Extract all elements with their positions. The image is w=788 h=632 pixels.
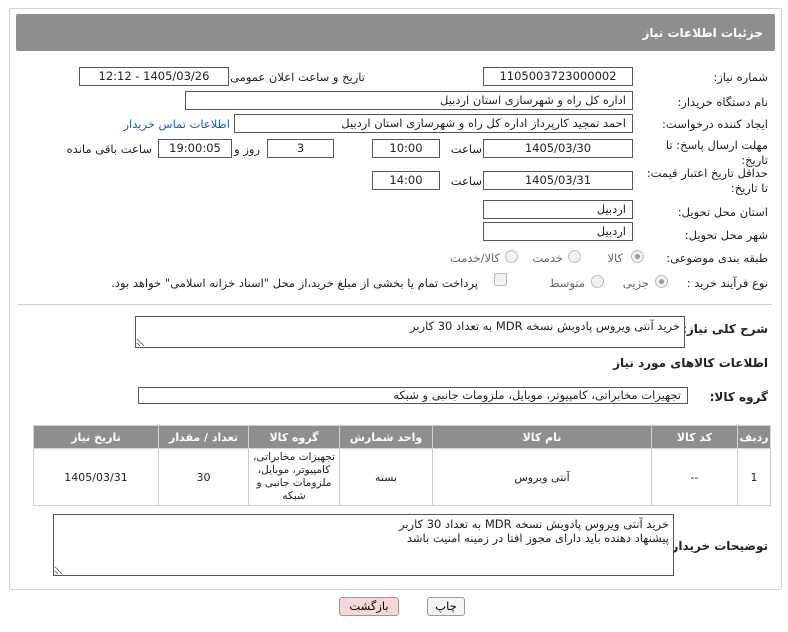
table-row: 1 -- آنتی ویروس بسته تجهیزات مخابراتی، ک… bbox=[33, 448, 771, 506]
category-label: طبقه بندی موضوعی: bbox=[666, 251, 768, 265]
buyer-notes-textarea[interactable] bbox=[53, 514, 674, 576]
buyer-org-field[interactable]: اداره کل راه و شهرسازی استان اردبیل bbox=[185, 91, 633, 110]
print-button[interactable]: چاپ bbox=[427, 597, 465, 616]
category-goods-label: کالا bbox=[607, 251, 623, 265]
requester-field[interactable]: احمد تمجید کارپرداز اداره کل راه و شهرسا… bbox=[234, 114, 633, 133]
cell-name: آنتی ویروس bbox=[432, 448, 652, 506]
province-label: استان محل تحویل: bbox=[677, 205, 768, 219]
panel-title: جزئیات اطلاعات نیاز bbox=[16, 14, 775, 51]
city-field[interactable]: اردبیل bbox=[483, 222, 633, 241]
price-date-field[interactable]: 1405/03/31 bbox=[483, 171, 633, 190]
goods-group-field[interactable]: تجهیزات مخابراتی، کامپیوتر، موبایل، ملزو… bbox=[138, 387, 688, 404]
cell-group: تجهیزات مخابراتی، کامپیوتر، موبایل، ملزو… bbox=[248, 448, 340, 506]
reply-time-field[interactable]: 10:00 bbox=[372, 139, 440, 158]
col-code: کد کالا bbox=[651, 425, 738, 449]
process-label: نوع فرآیند خرید : bbox=[686, 276, 768, 290]
category-radio-service[interactable] bbox=[568, 250, 581, 263]
description-textarea[interactable] bbox=[135, 316, 685, 348]
reply-time-label: ساعت bbox=[450, 142, 482, 156]
goods-table-header: ردیف کد کالا نام کالا واحد شمارش گروه کا… bbox=[33, 425, 771, 449]
category-radio-goods[interactable] bbox=[631, 250, 644, 263]
treasury-payment-note: پرداخت تمام یا بخشی از مبلغ خرید،از محل … bbox=[111, 276, 478, 290]
need-number-field[interactable]: 1105003723000002 bbox=[483, 67, 633, 86]
price-validity-label: حداقل تاریخ اعتبار قیمت: تا تاریخ: bbox=[646, 166, 768, 195]
goods-section-title: اطلاعات کالاهای مورد نیاز bbox=[613, 356, 768, 370]
reply-date-field[interactable]: 1405/03/30 bbox=[483, 139, 633, 158]
category-goods-service-label: کالا/خدمت bbox=[449, 251, 500, 265]
cell-row: 1 bbox=[737, 448, 771, 506]
cell-code: -- bbox=[651, 448, 738, 506]
cell-qty: 30 bbox=[158, 448, 249, 506]
price-time-label: ساعت bbox=[450, 174, 482, 188]
need-number-label: شماره نیاز: bbox=[713, 70, 768, 84]
category-radio-goods-service[interactable] bbox=[505, 250, 518, 263]
announce-label: تاریخ و ساعت اعلان عمومی: bbox=[226, 70, 365, 84]
col-date: تاریخ نیاز bbox=[33, 425, 159, 449]
cell-unit: بسته bbox=[339, 448, 433, 506]
reply-deadline-label: مهلت ارسال پاسخ: تا تاریخ: bbox=[665, 138, 768, 167]
col-group: گروه کالا bbox=[248, 425, 340, 449]
process-medium-label: متوسط bbox=[548, 276, 585, 290]
col-name: نام کالا bbox=[432, 425, 652, 449]
province-field[interactable]: اردبیل bbox=[483, 200, 633, 219]
treasury-payment-checkbox[interactable] bbox=[494, 273, 507, 286]
description-label: شرح کلی نیاز: bbox=[682, 322, 768, 336]
cell-date: 1405/03/31 bbox=[33, 448, 159, 506]
col-row: ردیف bbox=[737, 425, 771, 449]
process-radio-medium[interactable] bbox=[591, 275, 604, 288]
buyer-contact-link[interactable]: اطلاعات تماس خریدار bbox=[123, 117, 230, 131]
divider bbox=[17, 304, 772, 305]
process-minor-label: جزیی bbox=[622, 276, 649, 290]
price-time-field[interactable]: 14:00 bbox=[372, 171, 440, 190]
remaining-time-field[interactable]: 19:00:05 bbox=[158, 139, 232, 158]
goods-table: ردیف کد کالا نام کالا واحد شمارش گروه کا… bbox=[33, 425, 771, 506]
col-unit: واحد شمارش bbox=[339, 425, 433, 449]
buyer-org-label: نام دستگاه خریدار: bbox=[677, 95, 768, 109]
requester-label: ایجاد کننده درخواست: bbox=[662, 117, 768, 131]
back-button[interactable]: بازگشت bbox=[339, 597, 399, 616]
category-service-label: خدمت bbox=[532, 251, 563, 265]
announce-datetime-field[interactable]: 1405/03/26 - 12:12 bbox=[79, 67, 229, 86]
remaining-label: ساعت باقی مانده bbox=[66, 142, 152, 156]
goods-group-label: گروه کالا: bbox=[709, 390, 768, 404]
buyer-notes-label: توضیحات خریدار: bbox=[666, 539, 768, 553]
days-label: روز و bbox=[234, 142, 260, 156]
days-field[interactable]: 3 bbox=[267, 139, 334, 158]
city-label: شهر محل تحویل: bbox=[684, 228, 768, 242]
col-qty: تعداد / مقدار bbox=[158, 425, 249, 449]
process-radio-minor[interactable] bbox=[655, 275, 668, 288]
